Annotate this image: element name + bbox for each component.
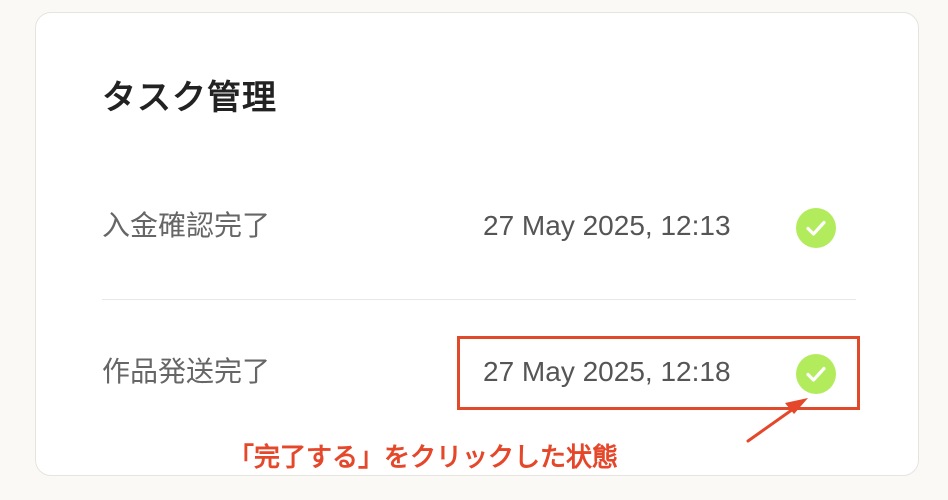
annotation-arrow [746,398,808,443]
annotation-text: 「完了する」をクリックした状態 [228,443,619,473]
